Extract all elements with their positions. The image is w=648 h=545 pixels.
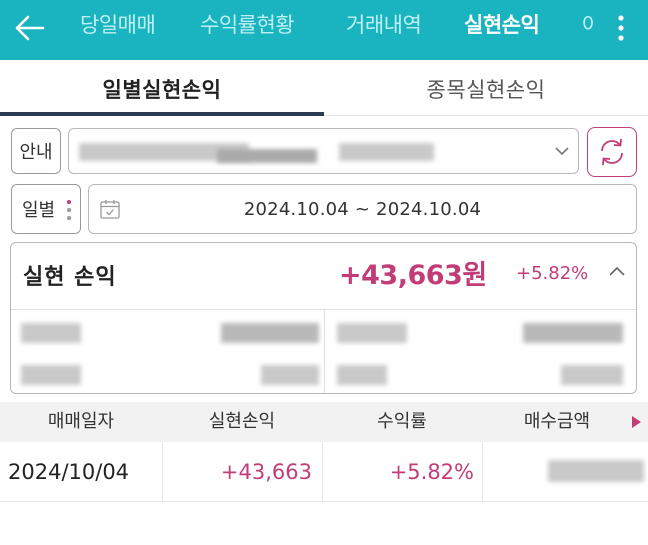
info-button[interactable]: 안내 bbox=[11, 128, 61, 174]
masked-account-number bbox=[217, 149, 317, 163]
column-header-return-rate[interactable]: 수익률 bbox=[322, 402, 482, 442]
top-navigation-bar: 당일매매 수익률현황 거래내역 실현손익 아 bbox=[0, 0, 648, 60]
masked-detail-value bbox=[221, 323, 319, 343]
active-tab-indicator bbox=[0, 112, 324, 116]
scroll-right-icon[interactable] bbox=[632, 416, 641, 428]
more-vertical-icon bbox=[618, 15, 624, 41]
masked-detail-label bbox=[337, 365, 387, 385]
masked-detail-value bbox=[523, 323, 623, 343]
masked-purchase-amount bbox=[548, 460, 644, 482]
nav-tab-transaction-history[interactable]: 거래내역 bbox=[346, 10, 422, 40]
table-header: 매매일자 실현손익 수익률 매수금액 bbox=[0, 402, 648, 442]
masked-detail-value bbox=[261, 365, 319, 385]
more-vertical-icon bbox=[67, 200, 71, 220]
summary-rate: +5.82% bbox=[516, 263, 589, 284]
summary-title: 실현 손익 bbox=[23, 265, 117, 290]
period-type-label: 일별 bbox=[22, 200, 56, 221]
cell-return-rate: +5.82% bbox=[389, 460, 474, 484]
masked-account-number bbox=[339, 143, 434, 161]
period-type-button[interactable]: 일별 bbox=[11, 184, 81, 234]
masked-detail-label bbox=[21, 323, 81, 343]
table-row[interactable]: 2024/10/04 +43,663 +5.82% bbox=[0, 442, 648, 502]
masked-detail-value bbox=[561, 365, 623, 385]
more-menu-button[interactable] bbox=[601, 8, 641, 48]
refresh-button[interactable] bbox=[587, 127, 637, 177]
sub-tab-bar: 일별실현손익 종목실현손익 bbox=[0, 60, 648, 116]
account-select[interactable] bbox=[68, 128, 579, 174]
column-divider bbox=[482, 442, 483, 502]
cell-realized-pnl: +43,663 bbox=[220, 460, 312, 484]
column-header-purchase-amount[interactable]: 매수금액 bbox=[482, 402, 632, 442]
refresh-icon bbox=[601, 138, 623, 166]
masked-detail-label bbox=[337, 323, 407, 343]
column-header-trade-date[interactable]: 매매일자 bbox=[0, 402, 162, 442]
cell-trade-date: 2024/10/04 bbox=[8, 460, 130, 484]
tab-stock-realized-pnl[interactable]: 종목실현손익 bbox=[324, 60, 648, 116]
masked-detail-label bbox=[21, 365, 81, 385]
divider bbox=[324, 309, 325, 393]
back-button[interactable] bbox=[10, 8, 50, 48]
summary-amount: +43,663원 bbox=[339, 260, 487, 291]
nav-tab-overflow[interactable]: 아 bbox=[582, 10, 594, 40]
back-arrow-icon bbox=[15, 15, 45, 41]
nav-tab-realized-pnl[interactable]: 실현손익 bbox=[464, 10, 540, 40]
date-range-text: 2024.10.04 ~ 2024.10.04 bbox=[243, 199, 482, 220]
nav-tab-return-status[interactable]: 수익률현황 bbox=[200, 10, 295, 40]
nav-tab-daily-trades[interactable]: 당일매매 bbox=[80, 10, 156, 40]
column-header-realized-pnl[interactable]: 실현손익 bbox=[162, 402, 322, 442]
tab-daily-realized-pnl[interactable]: 일별실현손익 bbox=[0, 60, 324, 116]
realized-pnl-summary-card: 실현 손익 +43,663원 +5.82% bbox=[10, 242, 637, 394]
chevron-up-icon[interactable] bbox=[609, 265, 625, 277]
date-range-field[interactable]: 2024.10.04 ~ 2024.10.04 bbox=[88, 184, 637, 234]
chevron-down-icon bbox=[555, 147, 569, 156]
